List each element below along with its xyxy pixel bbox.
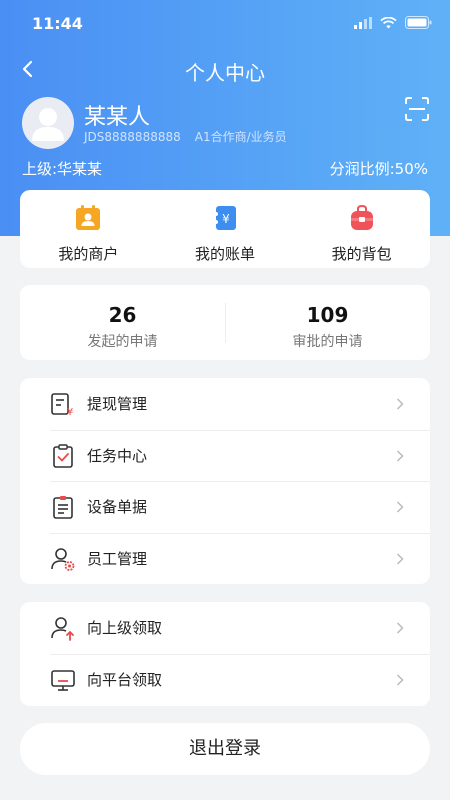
- svg-text:¥: ¥: [67, 407, 73, 417]
- shortcut-my-merchants[interactable]: 我的商户: [20, 190, 157, 268]
- chevron-right-icon: [396, 674, 404, 686]
- withdraw-icon: ¥: [51, 393, 73, 417]
- battery-icon: [405, 16, 432, 29]
- superior-label: 上级:华某某: [22, 160, 103, 178]
- svg-text:¥: ¥: [222, 212, 230, 226]
- share-ratio-label: 分润比例:50%: [329, 160, 428, 178]
- task-clipboard-icon: [53, 443, 73, 468]
- stat-label: 发起的申请: [87, 334, 158, 350]
- menu-label: 向上级领取: [87, 619, 163, 637]
- cellular-signal-icon: [354, 16, 372, 29]
- shortcut-label: 我的账单: [195, 245, 256, 263]
- receive-from-platform-icon: [51, 670, 75, 691]
- stat-label: 审批的申请: [292, 334, 363, 350]
- shortcut-my-bills[interactable]: ¥ 我的账单: [157, 190, 294, 268]
- status-bar: 11:44: [0, 0, 450, 44]
- stat-value: 109: [306, 303, 349, 327]
- chevron-right-icon: [396, 398, 404, 410]
- chevron-right-icon: [396, 449, 404, 462]
- merchant-icon: [76, 205, 101, 230]
- user-role: A1合作商/业务员: [194, 130, 287, 144]
- shortcut-my-backpack[interactable]: 我的背包: [293, 190, 430, 268]
- menu-item-task-center[interactable]: 任务中心: [20, 429, 430, 482]
- chevron-right-icon: [396, 622, 404, 634]
- wifi-icon: [380, 16, 397, 28]
- menu-item-receive-from-superior[interactable]: 向上级领取: [20, 602, 430, 654]
- stat-initiated-applications[interactable]: 26 发起的申请: [20, 285, 225, 360]
- menu-label: 任务中心: [87, 446, 148, 465]
- menu-group-1: ¥ 提现管理 任务中心 设备单据 员工管理: [20, 378, 430, 584]
- menu-item-staff-management[interactable]: 员工管理: [20, 532, 430, 585]
- shortcut-label: 我的商户: [58, 245, 119, 263]
- menu-label: 员工管理: [87, 549, 148, 568]
- stats-card: 26 发起的申请 109 审批的申请: [20, 285, 430, 360]
- menu-label: 提现管理: [87, 395, 148, 413]
- scan-icon[interactable]: [404, 96, 430, 122]
- receive-from-superior-icon: [51, 617, 74, 641]
- chevron-right-icon: [396, 501, 404, 513]
- menu-label: 设备单据: [87, 498, 148, 516]
- user-name: 某某人: [84, 105, 151, 130]
- status-icons: [354, 16, 432, 29]
- avatar[interactable]: [22, 97, 74, 149]
- page-title: 个人中心: [185, 61, 265, 85]
- account-id: JDS8888888888: [84, 130, 181, 144]
- user-silhouette-icon: [32, 108, 64, 141]
- menu-group-2: 向上级领取 向平台领取: [20, 602, 430, 706]
- stat-value: 26: [108, 303, 137, 327]
- device-document-icon: [53, 496, 73, 519]
- stat-approved-applications[interactable]: 109 审批的申请: [225, 285, 430, 360]
- staff-settings-icon: [51, 547, 75, 571]
- bill-icon: ¥: [214, 206, 236, 230]
- menu-item-device-documents[interactable]: 设备单据: [20, 481, 430, 533]
- backpack-icon: [350, 204, 373, 230]
- status-time: 11:44: [32, 14, 83, 33]
- user-meta: JDS8888888888 A1合作商/业务员: [84, 128, 287, 145]
- shortcuts-card: 我的商户 ¥ 我的账单 我的背包: [20, 190, 430, 268]
- logout-button[interactable]: 退出登录: [20, 723, 430, 775]
- menu-label: 向平台领取: [87, 671, 163, 689]
- menu-item-withdraw-management[interactable]: ¥ 提现管理: [20, 378, 430, 430]
- navigation-bar: 个人中心: [0, 52, 450, 88]
- shortcut-label: 我的背包: [331, 245, 392, 263]
- chevron-right-icon: [396, 552, 404, 565]
- menu-item-receive-from-platform[interactable]: 向平台领取: [20, 654, 430, 706]
